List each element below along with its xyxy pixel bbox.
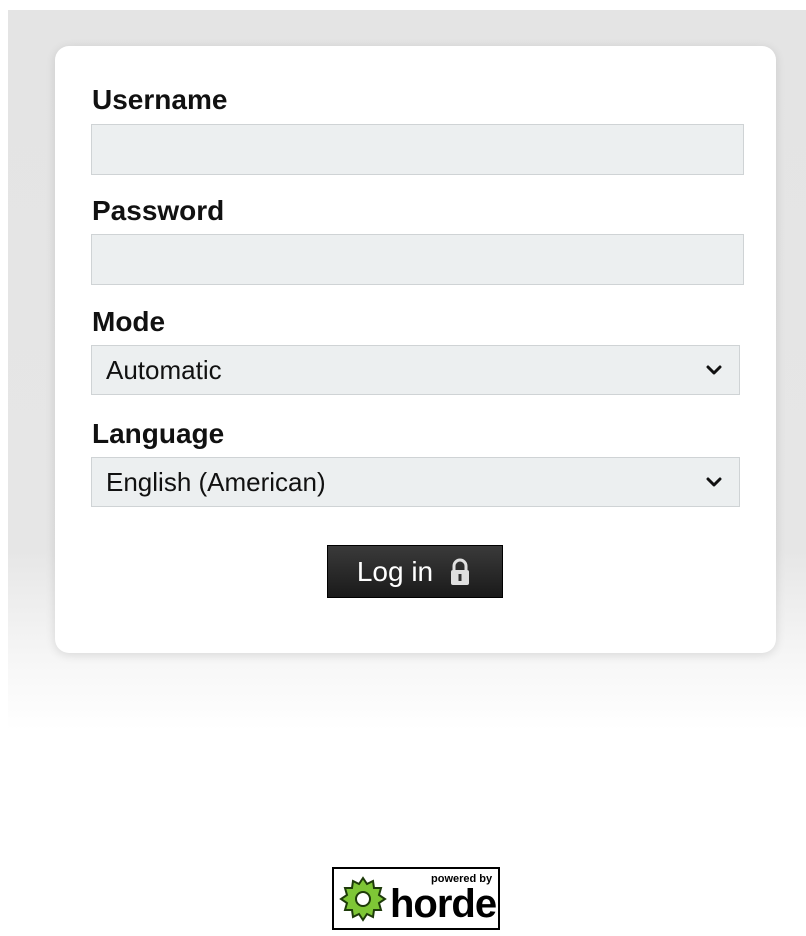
chevron-down-icon: [703, 471, 725, 493]
login-button-label: Log in: [356, 555, 434, 587]
horde-logo-text: horde: [390, 882, 497, 926]
gear-icon: [338, 874, 388, 924]
login-button[interactable]: Log in: [327, 545, 503, 598]
mode-select[interactable]: Automatic: [91, 345, 740, 395]
password-label: Password: [92, 195, 225, 226]
mode-label: Mode: [92, 306, 166, 337]
password-input[interactable]: [91, 234, 744, 285]
powered-by-horde-badge[interactable]: powered by horde: [332, 867, 500, 930]
username-input[interactable]: [91, 124, 744, 175]
mode-select-value: Automatic: [106, 354, 222, 385]
language-select[interactable]: English (American): [91, 457, 740, 507]
language-label: Language: [92, 418, 225, 449]
language-select-value: English (American): [106, 466, 326, 497]
login-page: Username Password Mode Automatic Languag…: [0, 0, 806, 936]
badge-text: powered by horde: [390, 874, 497, 926]
chevron-down-icon: [703, 359, 725, 381]
login-card: Username Password Mode Automatic Languag…: [55, 46, 776, 653]
lock-icon: [449, 557, 473, 587]
username-label: Username: [92, 84, 228, 115]
